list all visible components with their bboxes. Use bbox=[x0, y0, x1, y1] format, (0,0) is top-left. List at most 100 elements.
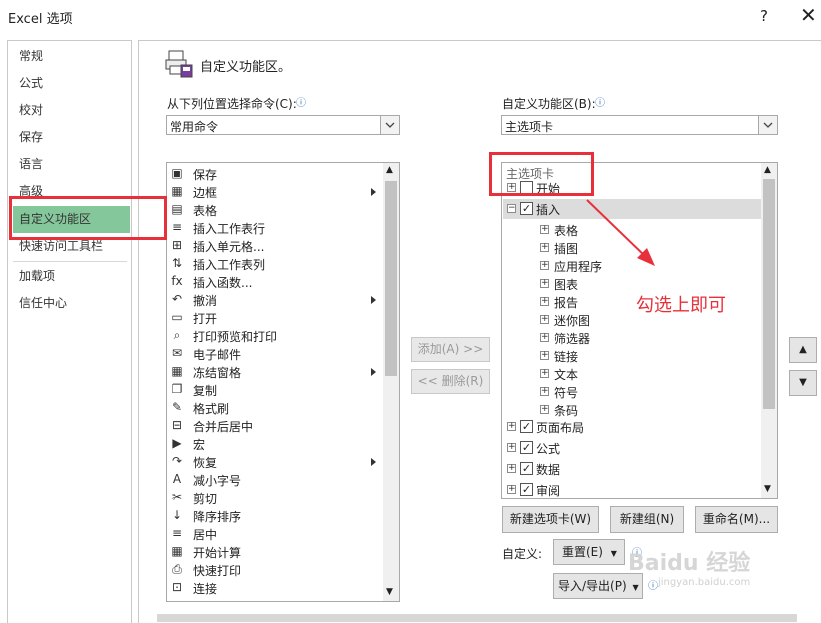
ribbon-group-item[interactable]: 表格 bbox=[554, 222, 578, 239]
new-tab-button[interactable]: 新建选项卡(W) bbox=[502, 506, 599, 533]
customize-ribbon-combo[interactable]: 主选项卡 bbox=[501, 115, 778, 135]
command-item[interactable]: 插入函数... bbox=[193, 274, 252, 291]
scroll-down-icon[interactable]: ▼ bbox=[386, 587, 393, 597]
checkbox-checked-icon[interactable]: ✓ bbox=[520, 441, 533, 454]
command-item[interactable]: 合并后居中 bbox=[193, 418, 253, 435]
submenu-arrow-icon bbox=[371, 458, 376, 466]
command-item[interactable]: 插入工作表行 bbox=[193, 220, 265, 237]
command-item[interactable]: 居中 bbox=[193, 526, 217, 543]
command-item[interactable]: 插入单元格... bbox=[193, 238, 264, 255]
reset-button[interactable]: 重置(E) ▼ bbox=[553, 539, 625, 565]
command-item[interactable]: 降序排序 bbox=[193, 508, 241, 525]
rename-button[interactable]: 重命名(M)... bbox=[695, 506, 778, 533]
nav-item[interactable]: 校对 bbox=[8, 97, 131, 124]
expand-icon[interactable]: + bbox=[540, 261, 549, 270]
scroll-up-icon[interactable]: ▲ bbox=[764, 165, 771, 175]
command-item[interactable]: 复制 bbox=[193, 382, 217, 399]
ribbon-group-item[interactable]: 图表 bbox=[554, 276, 578, 293]
new-group-button[interactable]: 新建组(N) bbox=[610, 506, 684, 533]
help-button[interactable]: ? bbox=[760, 7, 768, 25]
command-item[interactable]: 连接 bbox=[193, 580, 217, 597]
move-up-button[interactable]: ▲ bbox=[789, 337, 817, 363]
commands-list[interactable]: ▣ 保存 ▦ 边框 ▤ 表格 ≡ 插入工作表行 ⊞ 插入单元格... ⇅ 插入工作表列 fx 插入函数..… bbox=[166, 162, 400, 602]
command-item[interactable]: 打印预览和打印 bbox=[193, 328, 277, 345]
tree-scrollbar[interactable]: ▲ ▼ bbox=[761, 163, 777, 498]
annotation-arrow-icon bbox=[586, 199, 655, 266]
checkbox-checked-icon[interactable]: ✓ bbox=[520, 483, 533, 496]
expand-icon[interactable]: + bbox=[540, 279, 549, 288]
nav-item[interactable]: 保存 bbox=[8, 124, 131, 151]
command-item[interactable]: 表格 bbox=[193, 202, 217, 219]
expand-icon[interactable]: + bbox=[540, 297, 549, 306]
add-button[interactable]: 添加(A) >> bbox=[411, 337, 490, 362]
ribbon-group-item[interactable]: 条码 bbox=[554, 402, 578, 419]
close-button[interactable]: ✕ bbox=[800, 3, 817, 27]
command-item[interactable]: 格式刷 bbox=[193, 400, 229, 417]
undo-icon: ↶ bbox=[171, 292, 183, 306]
command-item[interactable]: 边框 bbox=[193, 184, 217, 201]
remove-button[interactable]: << 删除(R) bbox=[411, 369, 490, 394]
command-item[interactable]: 保存 bbox=[193, 166, 217, 183]
chevron-down-icon[interactable] bbox=[758, 116, 777, 134]
command-item[interactable]: 冻结窗格 bbox=[193, 364, 241, 381]
command-item[interactable]: 恢复 bbox=[193, 454, 217, 471]
info-icon: ⓘ bbox=[296, 98, 306, 109]
ribbon-tab-item[interactable]: 审阅 bbox=[536, 482, 560, 498]
email-icon: ✉ bbox=[171, 346, 183, 360]
expand-icon[interactable]: + bbox=[507, 485, 516, 494]
command-item[interactable]: 宏 bbox=[193, 436, 205, 453]
ribbon-group-item[interactable]: 文本 bbox=[554, 366, 578, 383]
scroll-up-icon[interactable]: ▲ bbox=[386, 165, 393, 175]
command-item[interactable]: 剪切 bbox=[193, 490, 217, 507]
expand-icon[interactable]: + bbox=[540, 333, 549, 342]
expand-icon[interactable]: + bbox=[540, 369, 549, 378]
ribbon-tab-item[interactable]: 页面布局 bbox=[536, 419, 584, 436]
ribbon-group-item[interactable]: 报告 bbox=[554, 294, 578, 311]
ribbon-group-item[interactable]: 链接 bbox=[554, 348, 578, 365]
sort-desc-icon: ↓ bbox=[171, 508, 183, 522]
expand-icon[interactable]: + bbox=[540, 351, 549, 360]
expand-icon[interactable]: + bbox=[540, 225, 549, 234]
nav-item[interactable]: 加载项 bbox=[8, 263, 131, 290]
ribbon-group-item[interactable]: 插图 bbox=[554, 240, 578, 257]
expand-icon[interactable]: + bbox=[507, 443, 516, 452]
chevron-down-icon[interactable] bbox=[380, 116, 399, 134]
command-item[interactable]: 快速打印 bbox=[193, 562, 241, 579]
expand-icon[interactable]: + bbox=[507, 422, 516, 431]
expand-icon[interactable]: + bbox=[540, 243, 549, 252]
ribbon-group-item[interactable]: 迷你图 bbox=[554, 312, 590, 329]
expand-icon[interactable]: + bbox=[507, 464, 516, 473]
checkbox-checked-icon[interactable]: ✓ bbox=[520, 420, 533, 433]
command-item[interactable]: 开始计算 bbox=[193, 544, 241, 561]
checkbox-checked-icon[interactable]: ✓ bbox=[520, 462, 533, 475]
collapse-icon[interactable]: − bbox=[507, 204, 516, 213]
nav-item[interactable]: 常规 bbox=[8, 43, 131, 70]
command-item[interactable]: 电子邮件 bbox=[193, 346, 241, 363]
ribbon-tab-item[interactable]: 数据 bbox=[536, 461, 560, 478]
expand-icon[interactable]: + bbox=[540, 405, 549, 414]
scroll-down-icon[interactable]: ▼ bbox=[764, 484, 771, 494]
commands-scrollbar[interactable]: ▲ ▼ bbox=[383, 163, 399, 601]
command-item[interactable]: 插入工作表列 bbox=[193, 256, 265, 273]
nav-item[interactable]: 信任中心 bbox=[8, 290, 131, 317]
quick-print-icon: ⎙ bbox=[172, 562, 182, 576]
ribbon-tab-item[interactable]: 插入 bbox=[536, 201, 560, 218]
checkbox-checked-icon[interactable]: ✓ bbox=[520, 202, 533, 215]
scroll-thumb[interactable] bbox=[763, 179, 775, 409]
dropdown-arrow-icon: ▼ bbox=[610, 549, 617, 558]
scroll-thumb[interactable] bbox=[385, 181, 397, 376]
customize-ribbon-label: 自定义功能区(B): bbox=[502, 97, 596, 111]
move-down-button[interactable]: ▼ bbox=[789, 370, 817, 396]
ribbon-group-item[interactable]: 符号 bbox=[554, 384, 578, 401]
nav-item[interactable]: 语言 bbox=[8, 151, 131, 178]
expand-icon[interactable]: + bbox=[540, 387, 549, 396]
ribbon-group-item[interactable]: 筛选器 bbox=[554, 330, 590, 347]
choose-commands-combo[interactable]: 常用命令 bbox=[166, 115, 400, 135]
command-item[interactable]: 打开 bbox=[193, 310, 217, 327]
horizontal-scrollbar[interactable] bbox=[157, 614, 797, 622]
nav-item[interactable]: 公式 bbox=[8, 70, 131, 97]
command-item[interactable]: 撤消 bbox=[193, 292, 217, 309]
expand-icon[interactable]: + bbox=[540, 315, 549, 324]
ribbon-tab-item[interactable]: 公式 bbox=[536, 440, 560, 457]
command-item[interactable]: 减小字号 bbox=[193, 472, 241, 489]
